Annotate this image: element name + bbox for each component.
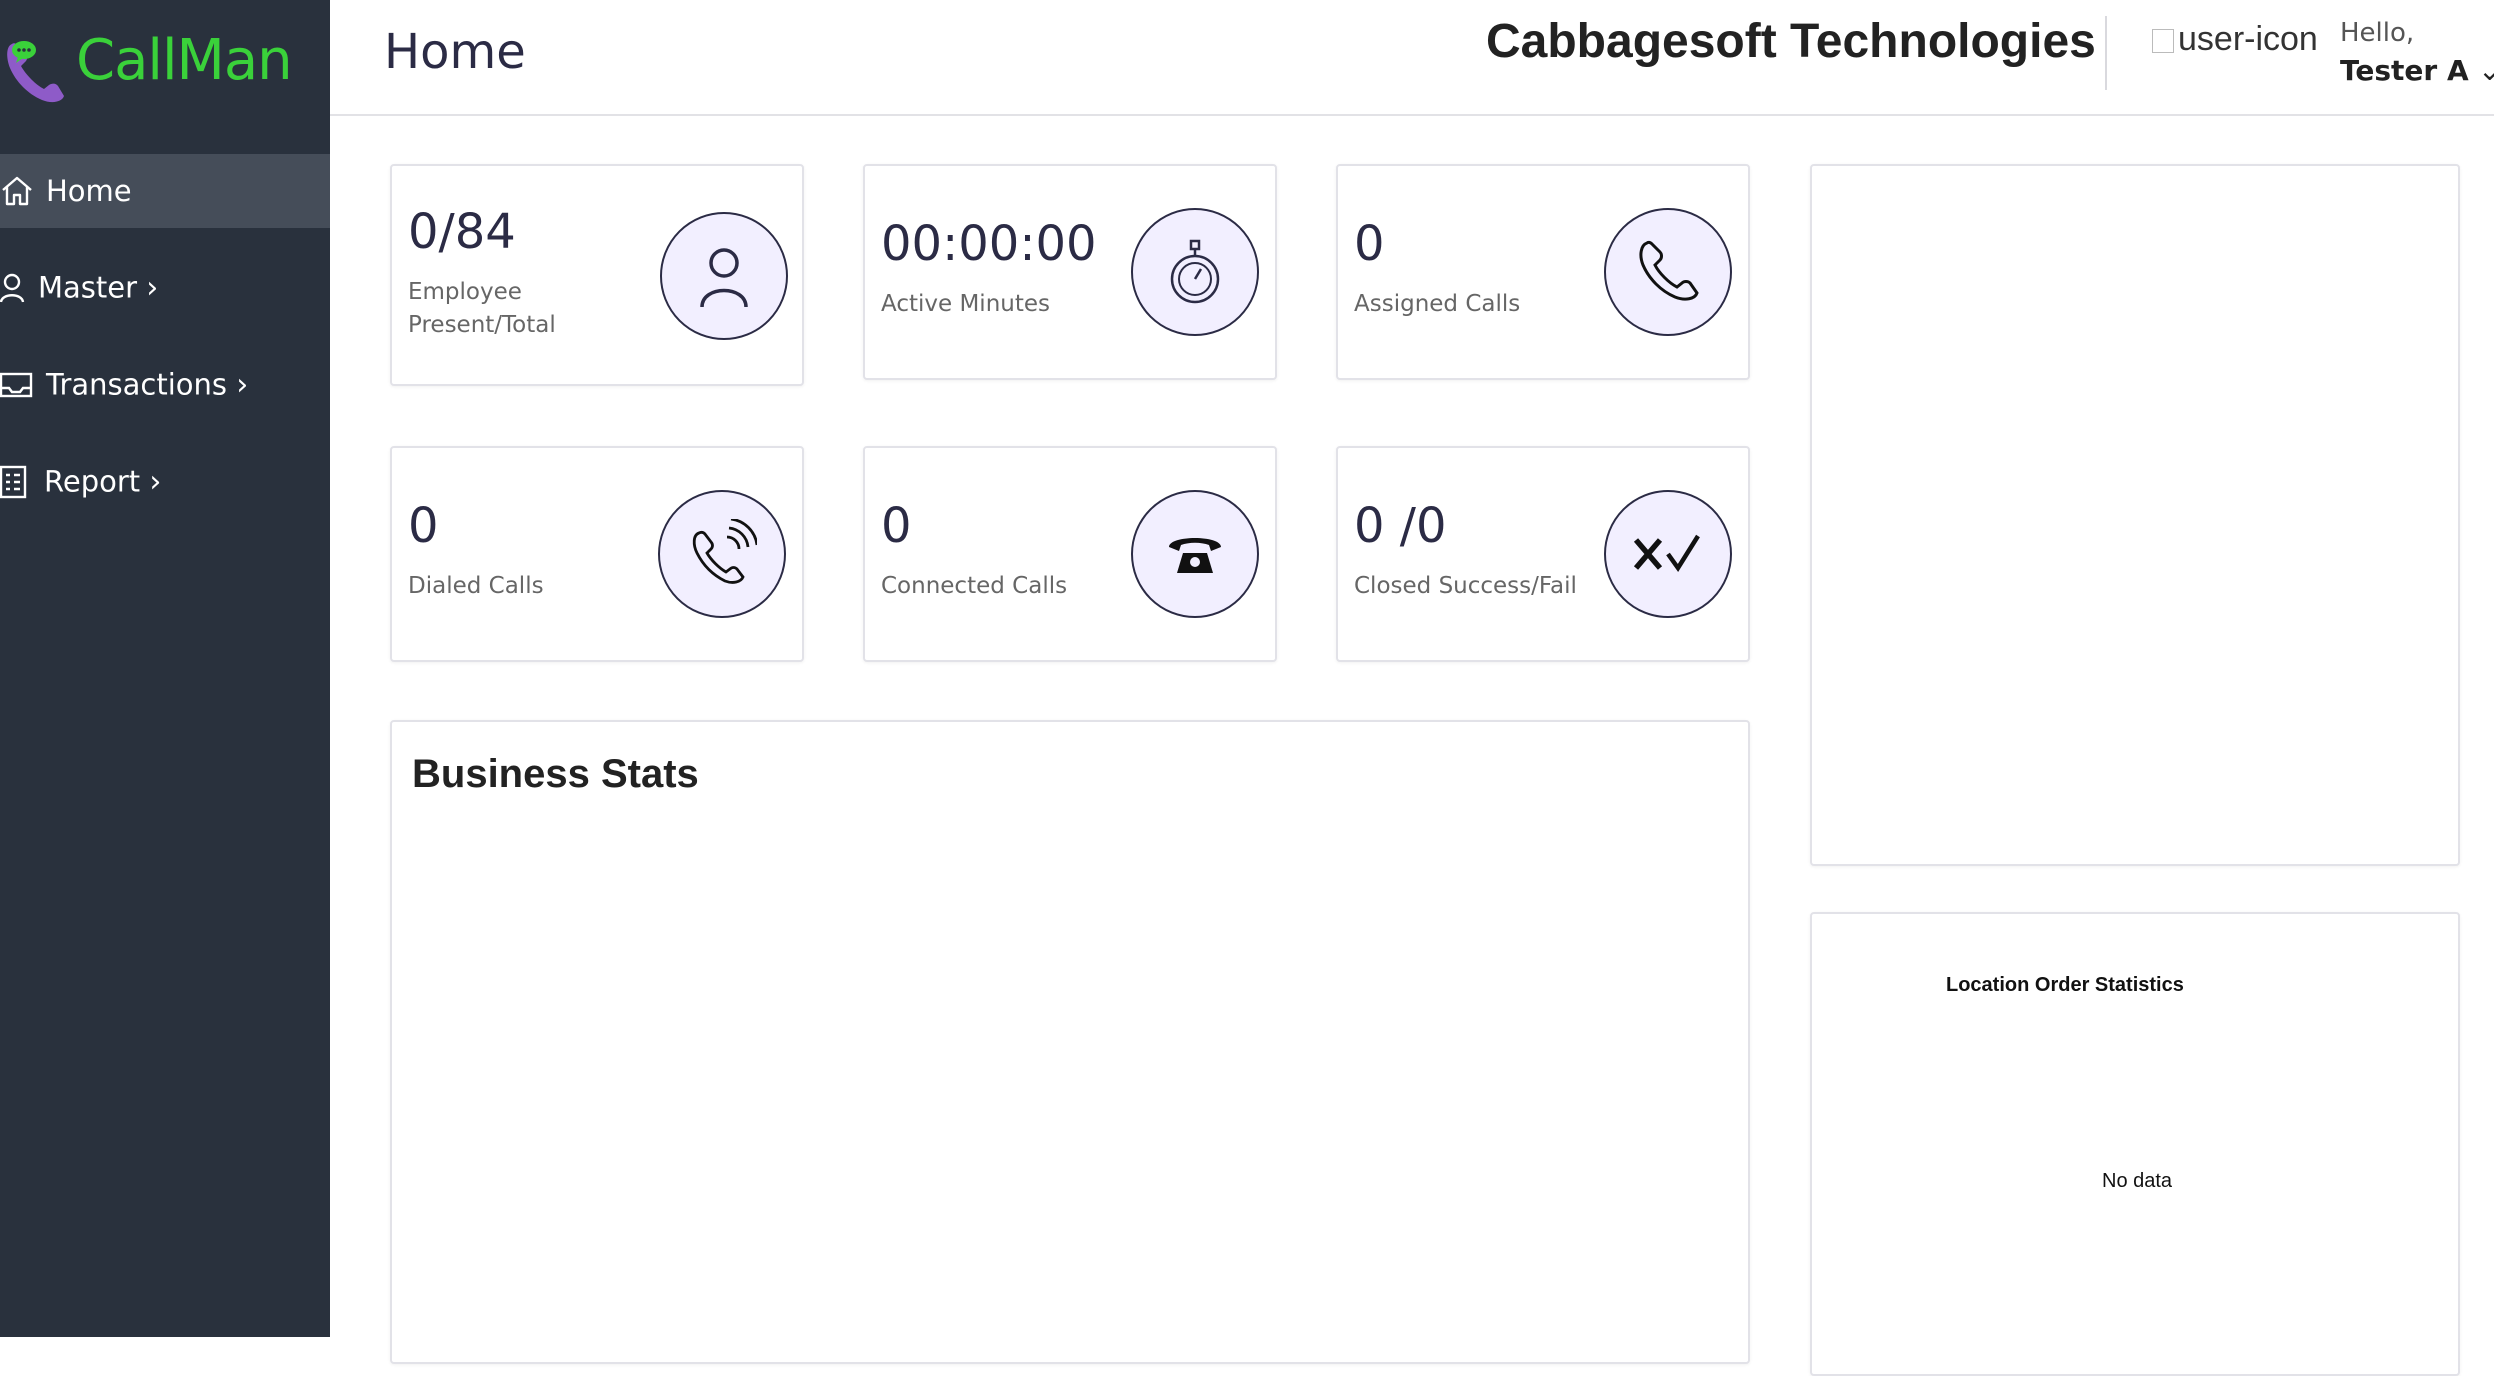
stat-label: Closed Success/Fail [1354,573,1577,599]
sidebar-item-transactions[interactable]: Transactions › [0,348,330,422]
location-order-stats-panel: Location Order Statistics No data [1810,912,2460,1376]
home-icon [2,176,32,206]
stat-card-employees: 0/84 Employee Present/Total [390,164,804,386]
sidebar-item-label: Master › [38,270,159,306]
phone-ringing-icon [658,490,786,618]
sidebar: CallMan Home Master › Transactions › Rep… [0,0,330,1337]
chevron-right-icon: › [146,270,159,306]
stat-value: 0 [1354,216,1385,272]
stat-value: 0/84 [408,204,516,260]
page-title: Home [384,24,526,80]
stat-card-closed-calls: 0 /0 Closed Success/Fail [1336,446,1750,662]
sidebar-item-report[interactable]: Report › [0,445,330,519]
sidebar-nav: Home Master › Transactions › Report › [0,154,330,542]
avatar[interactable]: user-icon [2152,20,2318,59]
username[interactable]: Tester A [2340,54,2469,87]
company-name: Cabbagesoft Technologies [1486,15,2096,68]
rotary-phone-icon [1131,490,1259,618]
chevron-right-icon: › [149,464,162,500]
person-icon [660,212,788,340]
document-icon [0,465,27,499]
sidebar-item-label: Report › [44,464,162,500]
stat-value: 0 [408,498,439,554]
stat-card-connected-calls: 0 Connected Calls [863,446,1277,662]
stat-value: 0 /0 [1354,498,1447,554]
greeting-text: Hello, [2340,18,2415,48]
stat-value: 0 [881,498,912,554]
stat-card-active-minutes: 00:00:00 Active Minutes [863,164,1277,380]
right-chart-panel [1810,164,2460,866]
stat-card-dialed-calls: 0 Dialed Calls [390,446,804,662]
top-header: Home Cabbagesoft Technologies user-icon … [330,0,2494,116]
cross-check-icon [1604,490,1732,618]
phone-icon [1604,208,1732,336]
user-icon [0,273,25,303]
chevron-right-icon: › [236,367,249,403]
broken-image-icon [2152,29,2174,54]
chevron-down-icon[interactable]: ⌄ [2478,54,2494,87]
header-divider [2105,16,2107,90]
sidebar-item-label: Home [46,174,132,208]
stat-label: Connected Calls [881,573,1068,599]
phone-logo-icon [7,41,64,103]
business-stats-panel: Business Stats [390,720,1750,1364]
stat-card-assigned-calls: 0 Assigned Calls [1336,164,1750,380]
sidebar-item-label: Transactions › [46,367,249,403]
stat-value: 00:00:00 [881,216,1097,272]
stat-label: Assigned Calls [1354,291,1521,317]
location-order-stats-title: Location Order Statistics [1946,974,2184,996]
inbox-icon [0,372,33,398]
sidebar-item-master[interactable]: Master › [0,251,330,325]
stopwatch-icon [1131,208,1259,336]
brand-name: CallMan [76,28,293,93]
business-stats-title: Business Stats [412,752,699,796]
stat-label: Dialed Calls [408,573,544,599]
brand-logo[interactable]: CallMan [0,22,330,112]
stat-label: Employee Present/Total [408,279,556,338]
sidebar-item-home[interactable]: Home [0,154,330,228]
stat-label: Active Minutes [881,291,1050,317]
no-data-text: No data [2102,1170,2173,1192]
